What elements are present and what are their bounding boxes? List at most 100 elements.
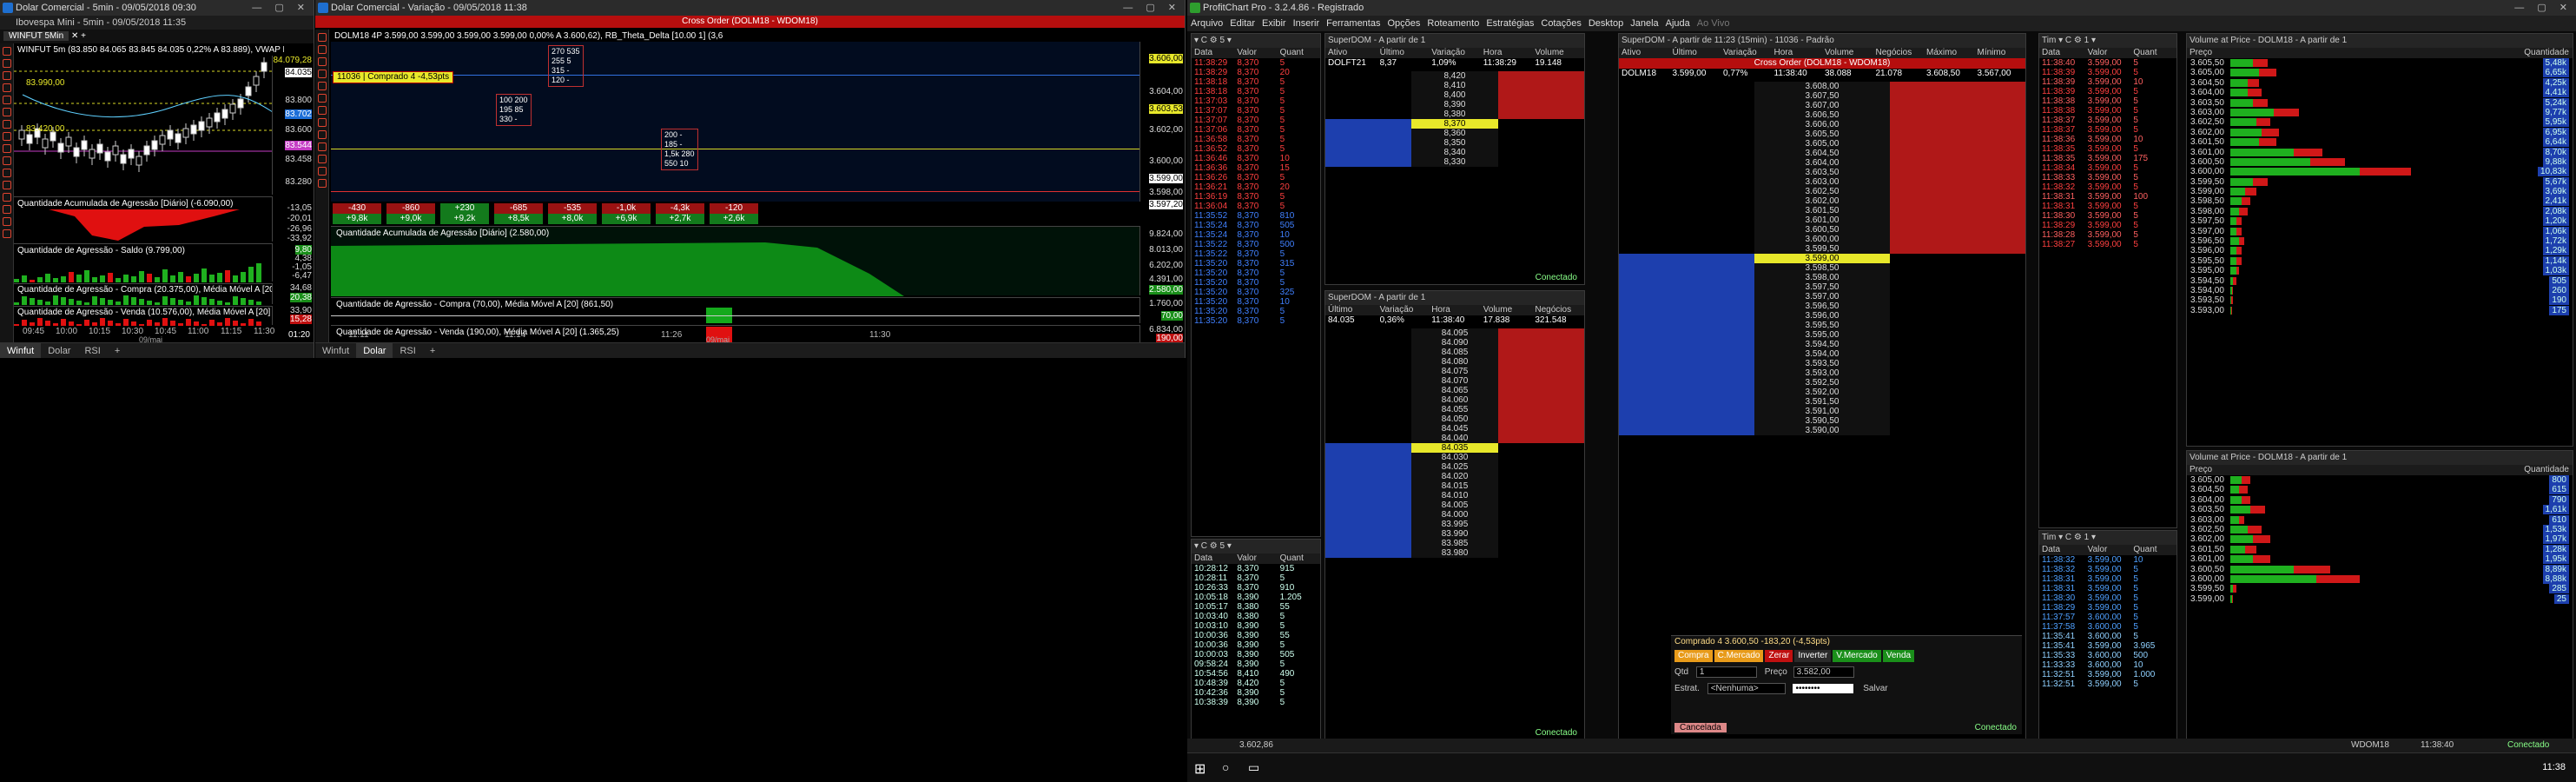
dom-ask-cell[interactable]	[1497, 71, 1584, 81]
dom-ask-cell[interactable]	[1890, 378, 2025, 388]
dom-bid-cell[interactable]	[1619, 378, 1754, 388]
dom-ask-cell[interactable]	[1497, 395, 1584, 405]
dom-row[interactable]: 3.597,50	[1619, 282, 2025, 292]
tab-winfut-5min[interactable]: WINFUT 5Min	[3, 31, 69, 41]
dom-bid-cell[interactable]	[1619, 120, 1754, 129]
dom-row[interactable]: 3.606,50	[1619, 110, 2025, 120]
dom-row[interactable]: 8,340	[1325, 148, 1584, 157]
dom-bid-cell[interactable]	[1619, 302, 1754, 311]
dom-ask-cell[interactable]	[1497, 367, 1584, 376]
dom-row[interactable]: 3.593,50	[1619, 359, 2025, 368]
dom-row[interactable]: 84.060	[1325, 395, 1584, 405]
tab-winfut[interactable]: Winfut	[315, 343, 356, 358]
password-input[interactable]: ••••••••	[1793, 684, 1854, 693]
dom-ask-cell[interactable]	[1497, 357, 1584, 367]
dom-bid-cell[interactable]	[1619, 82, 1754, 91]
dom-bid-cell[interactable]	[1619, 388, 1754, 397]
dom-row[interactable]: 3.607,50	[1619, 91, 2025, 101]
dom-ask-cell[interactable]	[1497, 328, 1584, 338]
dom-bid-cell[interactable]	[1325, 148, 1412, 157]
window-controls[interactable]: — ▢ ✕	[1123, 0, 1181, 16]
dom-bid-cell[interactable]	[1619, 110, 1754, 120]
dom-ask-cell[interactable]	[1497, 539, 1584, 548]
dom-bid-cell[interactable]	[1619, 206, 1754, 215]
dom-row[interactable]: 3.602,50	[1619, 187, 2025, 196]
dom-row[interactable]: 84.040	[1325, 434, 1584, 443]
dom-bid-cell[interactable]	[1325, 434, 1412, 443]
search-icon[interactable]: ○	[1222, 760, 1229, 774]
dom-ask-cell[interactable]	[1890, 368, 2025, 378]
dom-bid-cell[interactable]	[1325, 510, 1412, 520]
dom-ask-cell[interactable]	[1890, 254, 2025, 263]
dom-ask-cell[interactable]	[1890, 273, 2025, 282]
menu-item[interactable]: Estratégias	[1486, 18, 1534, 29]
dom-bid-cell[interactable]	[1619, 187, 1754, 196]
dom-row[interactable]: 84.000	[1325, 510, 1584, 520]
dom-row[interactable]: 84.015	[1325, 481, 1584, 491]
tab-rsi[interactable]: RSI	[393, 343, 422, 358]
dom-bid-cell[interactable]	[1325, 81, 1412, 90]
order-button[interactable]: C.Mercado	[1714, 650, 1764, 662]
menu-item[interactable]: Desktop	[1589, 18, 1623, 29]
dom-row[interactable]: 3.596,00	[1619, 311, 2025, 321]
dom-ask-cell[interactable]	[1497, 338, 1584, 348]
order-button[interactable]: Venda	[1882, 650, 1915, 662]
task-view-icon[interactable]: ▭	[1248, 760, 1259, 775]
dom-row[interactable]: 8,410	[1325, 81, 1584, 90]
dom-ask-cell[interactable]	[1890, 120, 2025, 129]
dom-ask-cell[interactable]	[1497, 443, 1584, 453]
menu-item[interactable]: Ajuda	[1666, 18, 1690, 29]
dom-row[interactable]: 84.045	[1325, 424, 1584, 434]
dom-row[interactable]: 3.598,00	[1619, 273, 2025, 282]
dom-row[interactable]: 3.592,00	[1619, 388, 2025, 397]
dom-row[interactable]: 3.595,00	[1619, 330, 2025, 340]
dom-bid-cell[interactable]	[1325, 338, 1412, 348]
dom-ask-cell[interactable]	[1497, 414, 1584, 424]
strategy-select[interactable]: <Nenhuma>	[1707, 683, 1786, 694]
dom-row[interactable]: 3.601,50	[1619, 206, 2025, 215]
window-controls[interactable]: — ▢ ✕	[252, 0, 310, 16]
dom-row[interactable]: 84.085	[1325, 348, 1584, 357]
dom-ask-cell[interactable]	[1497, 119, 1584, 129]
dom-bid-cell[interactable]	[1619, 340, 1754, 349]
dom-bid-cell[interactable]	[1325, 453, 1412, 462]
dom-row[interactable]: 84.090	[1325, 338, 1584, 348]
dom-row[interactable]: 8,330	[1325, 157, 1584, 167]
dom-row[interactable]: 3.591,00	[1619, 407, 2025, 416]
dom-row[interactable]: 3.606,00	[1619, 120, 2025, 129]
dom-ask-cell[interactable]	[1497, 386, 1584, 395]
dom-row[interactable]: 8,390	[1325, 100, 1584, 109]
order-button[interactable]: Zerar	[1765, 650, 1793, 662]
dom-ask-cell[interactable]	[1890, 388, 2025, 397]
dom-bid-cell[interactable]	[1325, 328, 1412, 338]
dom-row[interactable]: 3.594,50	[1619, 340, 2025, 349]
dom-bid-cell[interactable]	[1619, 292, 1754, 302]
dom-ask-cell[interactable]	[1890, 416, 2025, 426]
dom-row[interactable]: 3.603,50	[1619, 168, 2025, 177]
dom-bid-cell[interactable]	[1619, 349, 1754, 359]
dom-ask-cell[interactable]	[1890, 149, 2025, 158]
dom-row[interactable]: 3.590,50	[1619, 416, 2025, 426]
dom-ask-cell[interactable]	[1890, 282, 2025, 292]
dom-row[interactable]: 3.600,50	[1619, 225, 2025, 235]
dom-ask-cell[interactable]	[1890, 139, 2025, 149]
dom-row[interactable]: 84.095	[1325, 328, 1584, 338]
dom-bid-cell[interactable]	[1619, 225, 1754, 235]
menu-item[interactable]: Cotações	[1541, 18, 1581, 29]
dom-row[interactable]: 3.605,00	[1619, 139, 2025, 149]
order-button[interactable]: V.Mercado	[1833, 650, 1881, 662]
dom-ask-cell[interactable]	[1890, 168, 2025, 177]
profit-titlebar[interactable]: ProfitChart Pro - 3.2.4.86 - Registrado —…	[1187, 0, 2576, 16]
dom-row[interactable]: 8,380	[1325, 109, 1584, 119]
dom-bid-cell[interactable]	[1619, 426, 1754, 435]
dom-row[interactable]: 8,400	[1325, 90, 1584, 100]
dom-bid-cell[interactable]	[1325, 472, 1412, 481]
price-input[interactable]: 3.582,00	[1793, 666, 1854, 678]
dom-ask-cell[interactable]	[1497, 462, 1584, 472]
tab-dolar[interactable]: Dolar	[356, 343, 393, 358]
dom-ask-cell[interactable]	[1890, 349, 2025, 359]
dom-row[interactable]: 3.593,00	[1619, 368, 2025, 378]
dom-row[interactable]: 3.602,00	[1619, 196, 2025, 206]
dom-ask-cell[interactable]	[1890, 177, 2025, 187]
dom-ask-cell[interactable]	[1890, 244, 2025, 254]
